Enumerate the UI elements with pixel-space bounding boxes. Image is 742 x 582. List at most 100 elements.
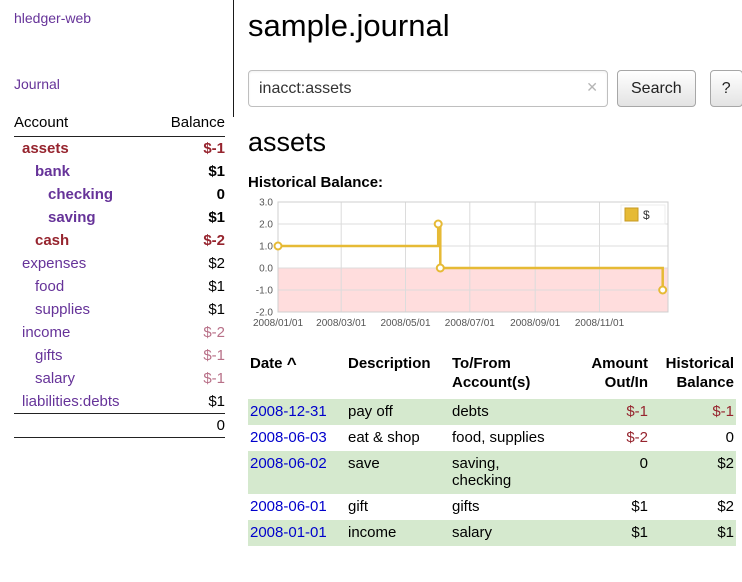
transaction-accounts: food, supplies: [450, 425, 578, 451]
svg-text:-1.0: -1.0: [256, 286, 274, 297]
register-body: 2008-12-31pay offdebts$-1$-12008-06-03ea…: [248, 399, 736, 546]
clear-search-icon[interactable]: ✕: [586, 79, 598, 96]
transaction-balance: $-1: [650, 399, 736, 425]
svg-text:2008/09/01: 2008/09/01: [510, 318, 560, 329]
account-link-bank[interactable]: bank: [14, 163, 70, 180]
transaction-amount: $1: [578, 494, 650, 520]
svg-text:1.0: 1.0: [259, 242, 273, 253]
account-row: supplies$1: [14, 298, 225, 321]
account-balance: $1: [153, 160, 225, 183]
search-input[interactable]: [248, 70, 608, 107]
account-row: gifts $-1: [14, 344, 225, 367]
main-content: sample.journal ✕ Search ? assets Histori…: [248, 0, 742, 546]
account-balance: $-1: [153, 344, 225, 367]
svg-text:2.0: 2.0: [259, 220, 273, 231]
account-balance: $1: [153, 275, 225, 298]
transaction-amount: $-1: [578, 399, 650, 425]
register-row: 2008-12-31pay offdebts$-1$-1: [248, 399, 736, 425]
account-row: bank $1: [14, 160, 225, 183]
account-link-saving[interactable]: saving: [14, 209, 96, 226]
page-title: sample.journal: [248, 8, 742, 44]
account-link-expenses[interactable]: expenses: [14, 255, 86, 272]
transaction-amount: $-2: [578, 425, 650, 451]
sidebar-item-journal[interactable]: Journal: [14, 76, 225, 92]
account-row: expenses $2: [14, 252, 225, 275]
account-row: food $1: [14, 275, 225, 298]
data-point-marker: [275, 243, 282, 250]
accounts-body: assets$-1bank$1checking0saving$1cash$-2e…: [14, 137, 225, 414]
chart-title: Historical Balance:: [248, 174, 742, 191]
chart-legend: $: [621, 205, 665, 224]
transaction-description: pay off: [346, 399, 450, 425]
account-link-supplies[interactable]: supplies: [14, 301, 90, 318]
account-balance: $-1: [153, 367, 225, 390]
transaction-amount: $1: [578, 520, 650, 546]
transaction-description: gift: [346, 494, 450, 520]
account-link-income[interactable]: income: [14, 324, 70, 341]
accounts-header-account: Account: [14, 110, 153, 137]
account-link-checking[interactable]: checking: [14, 186, 113, 203]
register-header-description: Description: [346, 353, 450, 399]
data-point-marker: [437, 265, 444, 272]
transaction-date-link[interactable]: 2008-06-02: [250, 455, 327, 472]
chart-svg: 3.02.01.00.0-1.0-2.02008/01/012008/03/01…: [248, 196, 678, 336]
account-balance: $-2: [153, 229, 225, 252]
transaction-date-link[interactable]: 2008-12-31: [250, 403, 327, 420]
account-row: checking 0: [14, 183, 225, 206]
account-link-cash[interactable]: cash: [14, 232, 69, 249]
svg-text:0.0: 0.0: [259, 264, 273, 275]
accounts-total-balance: 0: [153, 414, 225, 438]
account-row: salary $-1: [14, 367, 225, 390]
transaction-accounts: debts: [450, 399, 578, 425]
svg-text:2008/01/01: 2008/01/01: [253, 318, 303, 329]
svg-text:$: $: [643, 208, 650, 222]
svg-text:3.0: 3.0: [259, 198, 273, 209]
transaction-balance: $2: [650, 451, 736, 494]
account-balance: 0: [153, 183, 225, 206]
transaction-balance: $1: [650, 520, 736, 546]
transaction-description: eat & shop: [346, 425, 450, 451]
transaction-amount: 0: [578, 451, 650, 494]
sidebar-divider: [233, 0, 234, 117]
account-row: assets $-1: [14, 137, 225, 161]
transaction-accounts: salary: [450, 520, 578, 546]
account-link-food[interactable]: food: [14, 278, 64, 295]
transaction-balance: $2: [650, 494, 736, 520]
account-link-liabilities-debts[interactable]: liabilities:debts: [14, 393, 120, 410]
search-button[interactable]: Search: [617, 70, 696, 107]
help-button[interactable]: ?: [710, 70, 742, 107]
account-link-gifts[interactable]: gifts: [14, 347, 63, 364]
sort-ascending-icon: ^: [287, 354, 297, 373]
register-row: 2008-06-01giftgifts$1$2: [248, 494, 736, 520]
transaction-date-link[interactable]: 2008-06-01: [250, 498, 327, 515]
app-title-link[interactable]: hledger-web: [14, 10, 225, 26]
account-balance: $1: [153, 206, 225, 229]
account-balance: $-1: [153, 137, 225, 161]
historical-balance-chart: 3.02.01.00.0-1.0-2.02008/01/012008/03/01…: [248, 196, 742, 341]
sidebar: hledger-web Journal Account Balance asse…: [0, 0, 233, 438]
register-header-balance: Historical Balance: [650, 353, 736, 399]
transaction-balance: 0: [650, 425, 736, 451]
register-header-date[interactable]: Date ^: [248, 353, 346, 399]
account-heading: assets: [248, 127, 742, 158]
account-balance: $2: [153, 252, 225, 275]
svg-text:2008/05/01: 2008/05/01: [380, 318, 430, 329]
transaction-date-link[interactable]: 2008-06-03: [250, 429, 327, 446]
transaction-date-link[interactable]: 2008-01-01: [250, 524, 327, 541]
account-row: income$-2: [14, 321, 225, 344]
transaction-description: income: [346, 520, 450, 546]
search-row: ✕ Search ?: [248, 70, 742, 107]
register-row: 2008-01-01incomesalary$1$1: [248, 520, 736, 546]
accounts-table: Account Balance assets$-1bank$1checking0…: [14, 110, 225, 438]
data-point-marker: [659, 287, 666, 294]
register-row: 2008-06-03 eat & shopfood, supplies$-20: [248, 425, 736, 451]
account-link-salary[interactable]: salary: [14, 370, 75, 387]
legend-swatch: [625, 208, 638, 221]
register-table: Date ^ Description To/From Account(s) Am…: [248, 353, 736, 546]
account-balance: $1: [153, 390, 225, 414]
accounts-total-row: 0: [14, 414, 225, 438]
account-row: liabilities:debts $1: [14, 390, 225, 414]
register-header-accounts: To/From Account(s): [450, 353, 578, 399]
account-link-assets[interactable]: assets: [14, 140, 69, 157]
account-row: saving $1: [14, 206, 225, 229]
